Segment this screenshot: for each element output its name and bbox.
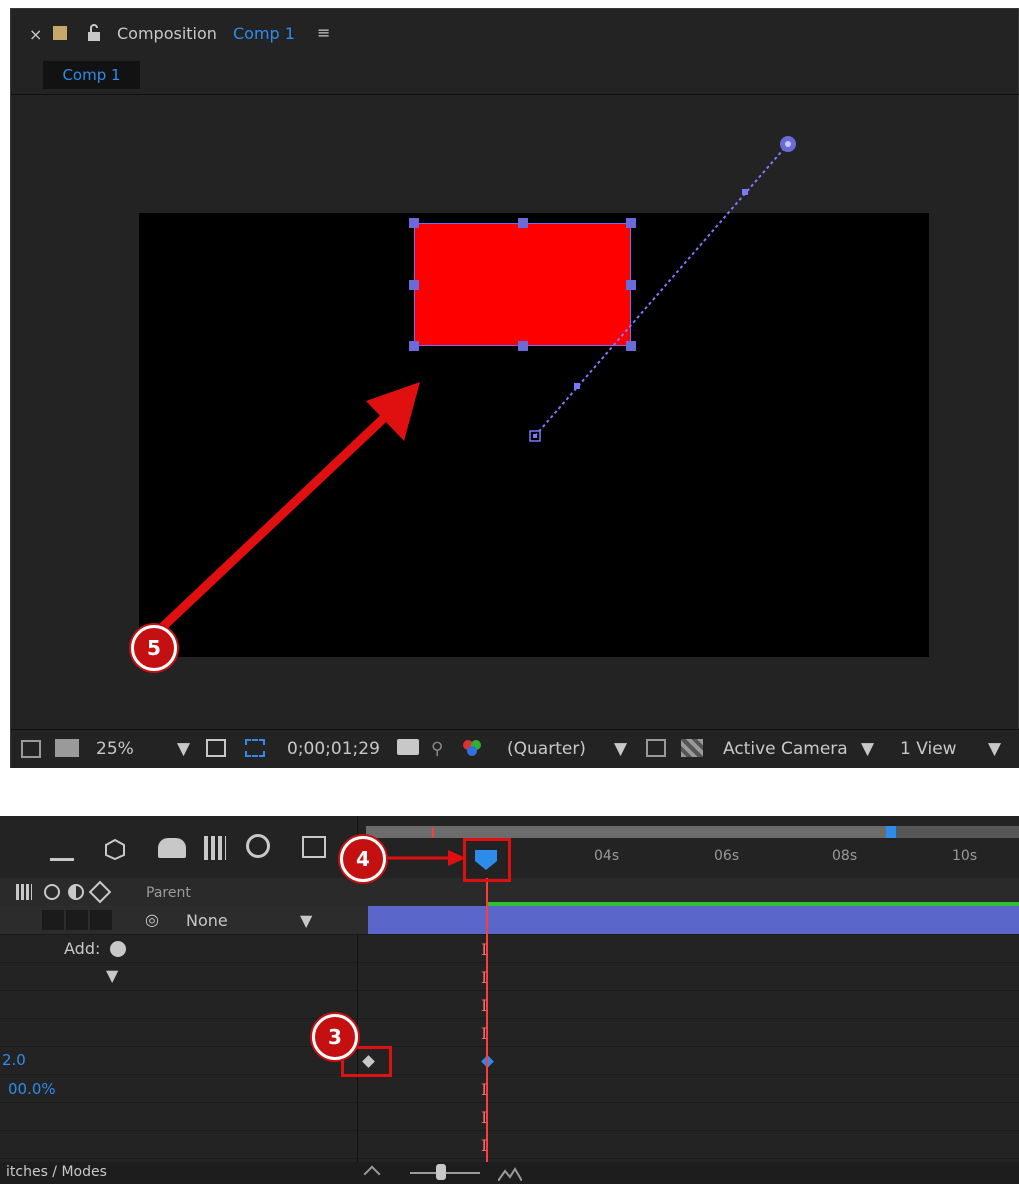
panel-gap <box>0 768 1019 816</box>
resolution-dropdown-icon[interactable]: ▼ <box>614 739 627 759</box>
frame-blend-column-icon <box>16 884 32 900</box>
playhead-marker-icon: I <box>481 1136 488 1155</box>
property-row <box>0 1102 1019 1131</box>
timeline-panel: 04s 06s 08s 10s Parent ◎ None ▼ Add: ▼ 2… <box>0 816 1019 1184</box>
property-row <box>0 1046 1019 1075</box>
property-row <box>0 1018 1019 1047</box>
layer-duration-bar[interactable] <box>368 906 1019 934</box>
grid-guides-icon[interactable] <box>206 739 226 757</box>
property-value[interactable]: 00.0% <box>8 1080 56 1098</box>
pick-whip-icon[interactable]: ◎ <box>145 910 159 929</box>
switch-box[interactable] <box>90 910 112 930</box>
transparency-grid-icon[interactable] <box>681 739 703 757</box>
render-cache-bar <box>486 902 1019 906</box>
playhead-marker-icon: I <box>481 996 488 1015</box>
callout-5: 5 <box>131 625 177 671</box>
path-vertex <box>574 383 580 389</box>
parent-dropdown-icon[interactable]: ▼ <box>300 911 312 930</box>
property-row <box>0 1130 1019 1159</box>
playhead-marker-icon: I <box>481 968 488 987</box>
ruler-tick-label: 10s <box>952 848 978 864</box>
monitor-icon[interactable] <box>55 739 79 757</box>
playhead-marker-icon: I <box>481 1080 488 1099</box>
comp-mini-flowchart-icon[interactable] <box>50 838 74 861</box>
property-row <box>0 990 1019 1019</box>
parent-column-header: Parent <box>146 885 191 901</box>
motion-blur-icon[interactable] <box>246 834 270 858</box>
property-row <box>0 962 1019 991</box>
camera-dropdown-icon[interactable]: ▼ <box>861 739 874 759</box>
composition-panel: × Composition Comp 1 ≡ Comp 1 5 25% ▼ 0;… <box>10 8 1019 768</box>
timeline-bottom-bar: itches / Modes <box>0 1162 1019 1184</box>
show-snapshot-icon[interactable]: ⚲ <box>431 739 443 759</box>
playhead-marker-icon: I <box>481 940 488 959</box>
ruler-tick-label: 06s <box>714 848 740 864</box>
annotation-arrow <box>380 850 466 866</box>
resolution-dropdown[interactable]: (Quarter) <box>507 739 586 759</box>
graph-editor-icon[interactable] <box>302 836 326 858</box>
viewer-overlay <box>149 136 796 640</box>
callout-3: 3 <box>312 1014 358 1060</box>
motion-path <box>534 143 789 437</box>
ruler-tick-label: 08s <box>832 848 858 864</box>
zoom-out-icon[interactable] <box>363 1165 381 1183</box>
current-timecode[interactable]: 0;00;01;29 <box>287 739 380 759</box>
annotation-arrow <box>149 412 390 640</box>
hide-shy-layers-icon[interactable] <box>158 838 186 858</box>
channel-rgb-icon[interactable] <box>461 739 483 762</box>
work-area-range[interactable] <box>366 826 888 838</box>
viewer-footer-bar: 25% ▼ 0;00;01;29 ⚲ (Quarter) ▼ Active Ca… <box>11 729 1019 768</box>
snapshot-camera-icon[interactable] <box>397 739 419 755</box>
property-value[interactable]: 2.0 <box>2 1051 26 1069</box>
draft-3d-icon[interactable] <box>102 834 128 861</box>
zoom-dropdown-icon[interactable]: ▼ <box>177 739 190 759</box>
ruler-tick-label: 04s <box>594 848 620 864</box>
frame-blending-icon[interactable] <box>204 836 226 860</box>
adjustment-layer-column-icon <box>68 884 84 900</box>
add-property-label: Add: <box>64 939 101 958</box>
property-row <box>0 1074 1019 1103</box>
region-of-interest-icon[interactable] <box>646 739 666 757</box>
zoom-in-icon[interactable] <box>497 1166 523 1182</box>
zoom-slider-handle[interactable] <box>436 1164 446 1180</box>
mask-visibility-icon[interactable] <box>245 739 265 757</box>
view-layout-dropdown-icon[interactable]: ▼ <box>988 739 1001 759</box>
switch-box[interactable] <box>66 910 88 930</box>
path-vertex <box>742 189 748 195</box>
highlight-box <box>463 838 511 882</box>
zoom-level[interactable]: 25% <box>96 739 134 759</box>
property-row <box>0 934 1019 963</box>
work-area-end-handle[interactable] <box>886 826 896 838</box>
toggle-switches-modes[interactable]: itches / Modes <box>6 1164 107 1180</box>
parent-dropdown[interactable]: None <box>186 911 228 930</box>
motion-blur-column-icon <box>44 884 60 900</box>
switch-box[interactable] <box>42 910 64 930</box>
always-preview-icon[interactable] <box>21 740 41 758</box>
expand-dropdown-icon[interactable]: ▼ <box>106 966 118 985</box>
camera-view-dropdown[interactable]: Active Camera <box>723 739 848 759</box>
add-property-icon[interactable] <box>110 941 126 957</box>
cache-marker <box>432 828 434 838</box>
view-layout-dropdown[interactable]: 1 View <box>900 739 957 759</box>
callout-4: 4 <box>340 836 386 882</box>
playhead-marker-icon: I <box>481 1108 488 1127</box>
playhead-marker-icon: I <box>481 1024 488 1043</box>
